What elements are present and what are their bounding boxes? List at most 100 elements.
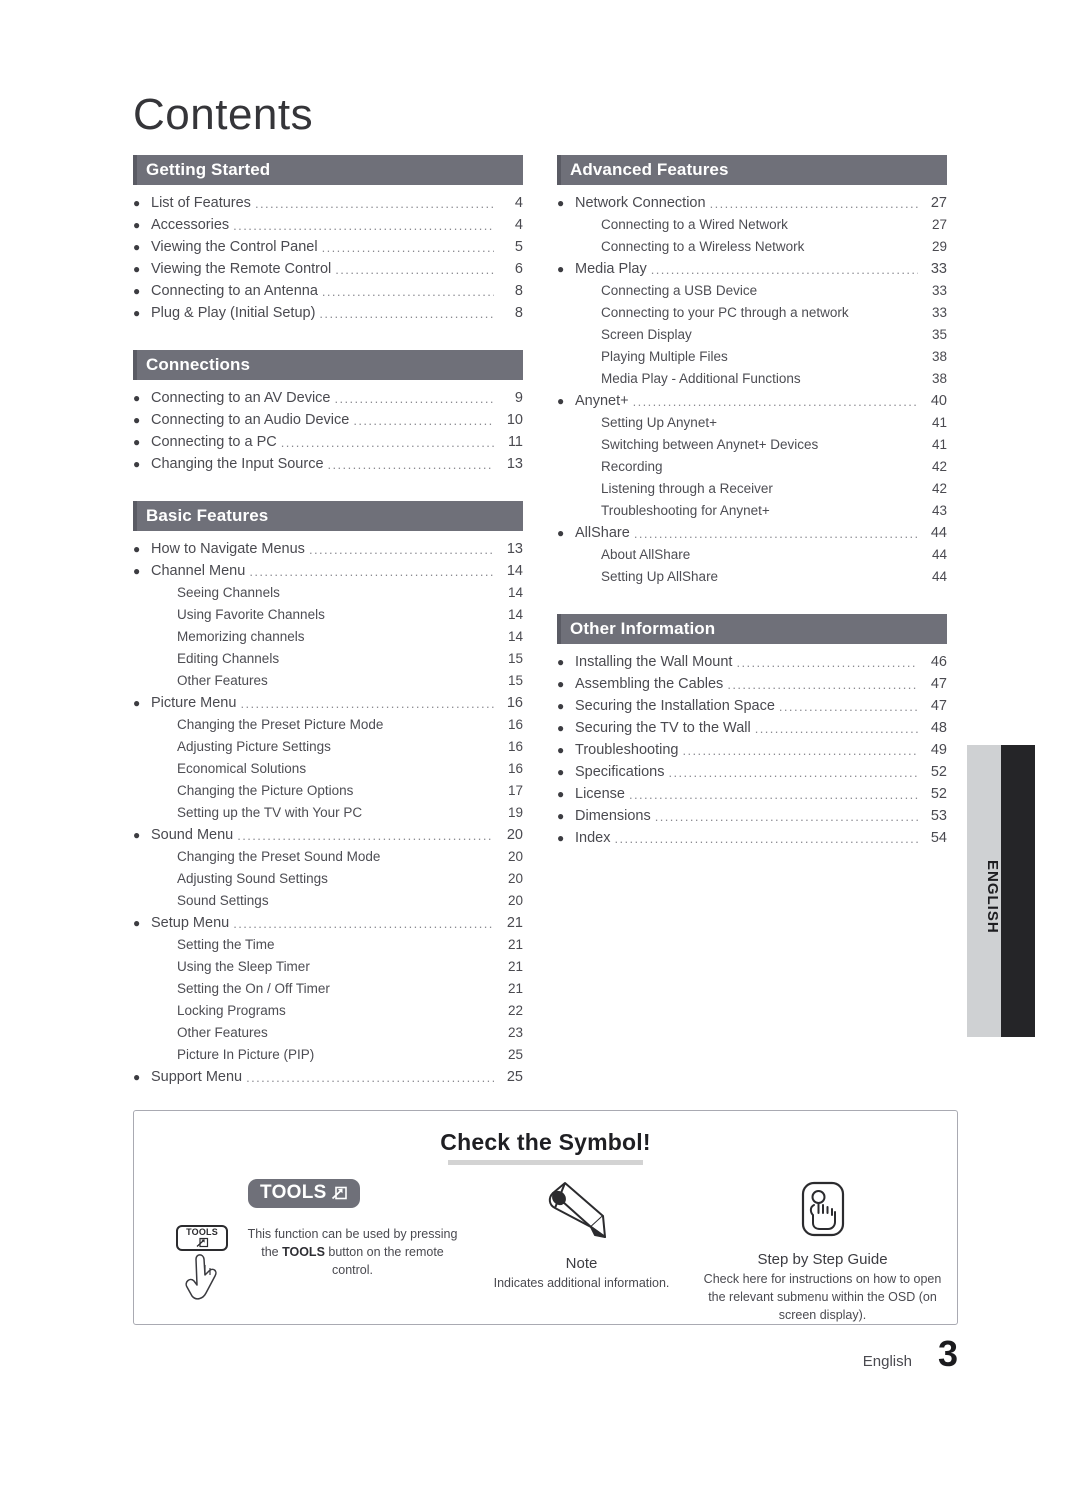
bullet-icon: ●	[133, 284, 141, 298]
toc-entry[interactable]: Other Features..........................…	[133, 670, 523, 692]
toc-entry[interactable]: ● Channel Menu...........................…	[133, 560, 523, 582]
toc-entry[interactable]: Setting Up AllShare.....................…	[557, 566, 947, 588]
toc-entry[interactable]: ● Installing the Wall Mount..............…	[557, 651, 947, 673]
toc-entry[interactable]: Changing the Picture Options............…	[133, 780, 523, 802]
toc-entry[interactable]: Economical Solutions....................…	[133, 758, 523, 780]
bullet-icon: ●	[133, 542, 141, 556]
toc-entry[interactable]: ● Dimensions.............................…	[557, 805, 947, 827]
toc-entry[interactable]: Screen Display..........................…	[557, 324, 947, 346]
toc-entry[interactable]: ● Viewing the Control Panel..............…	[133, 236, 523, 258]
toc-entry-label: Playing Multiple Files	[601, 349, 728, 364]
toc-entry[interactable]: ● Viewing the Remote Control.............…	[133, 258, 523, 280]
toc-entry[interactable]: ● Connecting to a PC.....................…	[133, 431, 523, 453]
toc-entry[interactable]: Listening through a Receiver............…	[557, 478, 947, 500]
toc-entry[interactable]: Memorizing channels.....................…	[133, 626, 523, 648]
toc-entry[interactable]: ● Changing the Input Source..............…	[133, 453, 523, 475]
toc-entry-list: ● Installing the Wall Mount..............…	[557, 651, 947, 849]
toc-entry-page: 21	[507, 981, 523, 996]
toc-entry[interactable]: ● AllShare...............................…	[557, 522, 947, 544]
toc-entry[interactable]: Setting the On / Off Timer..............…	[133, 978, 523, 1000]
toc-entry[interactable]: ● Setup Menu.............................…	[133, 912, 523, 934]
toc-entry[interactable]: Changing the Preset Sound Mode..........…	[133, 846, 523, 868]
toc-entry-page: 5	[514, 239, 523, 255]
toc-entry-page: 20	[507, 849, 523, 864]
toc-entry-label: Sound Menu	[151, 827, 234, 843]
toc-entry[interactable]: ● Connecting to an AV Device.............…	[133, 387, 523, 409]
toc-entry-label: Troubleshooting	[575, 742, 679, 758]
toc-entry[interactable]: Sound Settings..........................…	[133, 890, 523, 912]
toc-entry[interactable]: ● Connecting to an Audio Device..........…	[133, 409, 523, 431]
toc-entry[interactable]: ● Support Menu...........................…	[133, 1066, 523, 1088]
step-guide-hand-icon	[801, 1181, 844, 1237]
toc-entry[interactable]: Seeing Channels.........................…	[133, 582, 523, 604]
tools-badge: TOOLS	[248, 1179, 360, 1208]
toc-entry[interactable]: ● Assembling the Cables..................…	[557, 673, 947, 695]
leader-dots: ........................................…	[319, 308, 494, 320]
toc-entry[interactable]: ● Troubleshooting........................…	[557, 739, 947, 761]
toc-entry[interactable]: ● Anynet+................................…	[557, 390, 947, 412]
toc-entry-page: 46	[930, 654, 947, 670]
leader-dots: ........................................…	[778, 701, 918, 713]
toc-entry-label: Connecting to a Wireless Network	[601, 239, 805, 254]
toc-entry[interactable]: ● Plug & Play (Initial Setup)............…	[133, 302, 523, 324]
toc-entry[interactable]: Adjusting Sound Settings................…	[133, 868, 523, 890]
toc-entry[interactable]: Using the Sleep Timer...................…	[133, 956, 523, 978]
toc-entry-label: Network Connection	[575, 195, 706, 211]
toc-entry[interactable]: ● Securing the Installation Space........…	[557, 695, 947, 717]
leader-dots: ........................................…	[736, 657, 918, 669]
leader-dots: ........................................…	[654, 811, 918, 823]
toc-entry[interactable]: ● Sound Menu.............................…	[133, 824, 523, 846]
toc-entry[interactable]: ● Accessories............................…	[133, 214, 523, 236]
toc-entry[interactable]: ● Specifications.........................…	[557, 761, 947, 783]
toc-entry[interactable]: Recording...............................…	[557, 456, 947, 478]
section-header: Connections	[133, 350, 523, 380]
toc-entry[interactable]: Connecting to your PC through a network.…	[557, 302, 947, 324]
toc-entry[interactable]: Changing the Preset Picture Mode........…	[133, 714, 523, 736]
leader-dots: ........................................…	[853, 308, 918, 320]
bullet-icon: ●	[557, 765, 565, 779]
toc-entry[interactable]: Setting Up Anynet+......................…	[557, 412, 947, 434]
toc-entry[interactable]: Connecting to a Wireless Network........…	[557, 236, 947, 258]
toc-entry[interactable]: Using Favorite Channels.................…	[133, 604, 523, 626]
toc-entry[interactable]: About AllShare..........................…	[557, 544, 947, 566]
toc-entry[interactable]: Connecting to a Wired Network...........…	[557, 214, 947, 236]
toc-entry[interactable]: Setting the Time........................…	[133, 934, 523, 956]
leader-dots: ........................................…	[283, 654, 494, 666]
leader-dots: ........................................…	[279, 940, 494, 952]
toc-entry[interactable]: Switching between Anynet+ Devices.......…	[557, 434, 947, 456]
toc-entry[interactable]: Picture In Picture (PIP)................…	[133, 1044, 523, 1066]
toc-entry[interactable]: ● Index..................................…	[557, 827, 947, 849]
toc-entry-page: 15	[507, 673, 523, 688]
toc-entry-label: Connecting to an Antenna	[151, 283, 318, 299]
toc-entry[interactable]: Setting up the TV with Your PC..........…	[133, 802, 523, 824]
bullet-icon: ●	[557, 721, 565, 735]
leader-dots: ........................................…	[822, 440, 918, 452]
toc-entry[interactable]: ● License................................…	[557, 783, 947, 805]
toc-entry-page: 38	[931, 371, 947, 386]
footer-language: English	[862, 1353, 912, 1370]
toc-entry[interactable]: Playing Multiple Files..................…	[557, 346, 947, 368]
toc-entry[interactable]: Other Features..........................…	[133, 1022, 523, 1044]
leader-dots: ........................................…	[321, 242, 494, 254]
symbol-title-underline	[448, 1160, 643, 1165]
leader-dots: ........................................…	[321, 286, 494, 298]
toc-entry[interactable]: ● List of Features.......................…	[133, 192, 523, 214]
toc-entry[interactable]: Adjusting Picture Settings..............…	[133, 736, 523, 758]
leader-dots: ........................................…	[284, 588, 494, 600]
toc-entry[interactable]: Troubleshooting for Anynet+.............…	[557, 500, 947, 522]
toc-entry[interactable]: ● Picture Menu...........................…	[133, 692, 523, 714]
toc-entry[interactable]: Media Play - Additional Functions.......…	[557, 368, 947, 390]
toc-entry-page: 38	[931, 349, 947, 364]
leader-dots: ........................................…	[694, 550, 918, 562]
toc-entry[interactable]: ● Media Play.............................…	[557, 258, 947, 280]
toc-entry[interactable]: Locking Programs........................…	[133, 1000, 523, 1022]
toc-entry[interactable]: ● Connecting to an Antenna...............…	[133, 280, 523, 302]
toc-entry[interactable]: Editing Channels........................…	[133, 648, 523, 670]
toc-entry[interactable]: ● Securing the TV to the Wall............…	[557, 717, 947, 739]
toc-entry-label: Switching between Anynet+ Devices	[601, 437, 819, 452]
toc-entry[interactable]: ● How to Navigate Menus..................…	[133, 538, 523, 560]
toc-entry[interactable]: ● Network Connection.....................…	[557, 192, 947, 214]
toc-entry[interactable]: Connecting a USB Device.................…	[557, 280, 947, 302]
toc-entry-page: 49	[930, 742, 947, 758]
tools-desc-bold: TOOLS	[282, 1245, 325, 1259]
